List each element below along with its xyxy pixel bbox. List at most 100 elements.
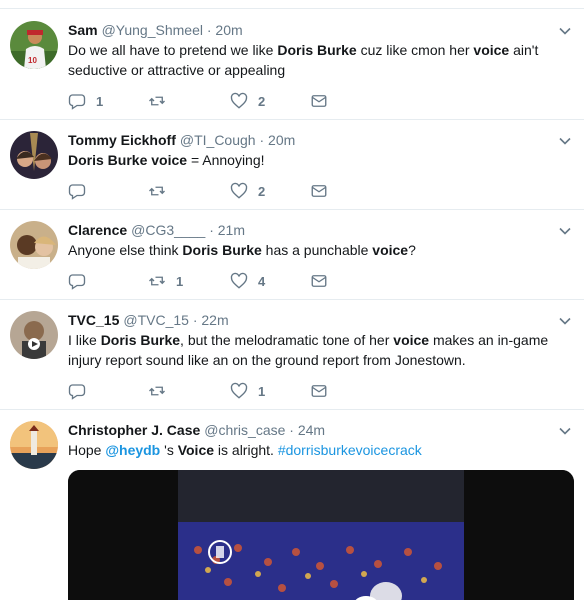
avatar-image [10,311,58,359]
chevron-down-icon[interactable] [558,424,572,438]
avatar[interactable] [10,131,58,179]
timestamp[interactable]: 20m [268,132,295,148]
chevron-down-icon[interactable] [558,24,572,38]
highlighted-term: voice [372,242,409,258]
direct-message-button[interactable] [310,381,328,401]
reply-count: 1 [96,93,104,109]
avatar[interactable]: 10 [10,21,58,69]
envelope-icon [311,385,327,397]
tweet[interactable]: Tommy Eickhoff @TI_Cough · 20m Doris Burk… [0,120,584,210]
direct-message-button[interactable] [310,271,328,291]
chevron-down-icon[interactable] [558,224,572,238]
tweet-text-segment: 's [160,442,178,458]
reply-button[interactable] [68,181,96,201]
like-button[interactable]: 1 [230,381,265,401]
highlighted-term: Doris Burke voice [68,152,188,168]
reply-button[interactable]: 1 [68,91,103,111]
like-button[interactable]: 4 [230,271,265,291]
highlighted-term: voice [473,42,510,58]
tweet-header: Christopher J. Case @chris_case · 24m [68,421,325,439]
tweet-header: TVC_15 @TVC_15 · 22m [68,311,229,329]
mention-link[interactable]: @heydb [105,442,160,458]
chevron-down-icon[interactable] [558,134,572,148]
tweet-text-segment: cuz like cmon her [356,42,474,58]
reply-button[interactable] [68,381,96,401]
display-name[interactable]: Tommy Eickhoff [68,132,176,148]
highlighted-term: Doris Burke [182,242,262,258]
separator-dot: · [202,22,216,38]
direct-message-button[interactable] [310,91,328,111]
tweet-header: Tommy Eickhoff @TI_Cough · 20m [68,131,295,149]
video-frame [68,470,574,600]
retweet-icon [149,96,165,106]
highlighted-term: Doris Burke [277,42,357,58]
reply-icon [68,384,86,400]
tweet-actions: 2 [68,181,428,201]
avatar-image: 10 [10,21,58,69]
tweet-video[interactable] [68,470,574,600]
hashtag-link[interactable]: #dorrisburkevoicecrack [278,442,422,458]
timestamp[interactable]: 21m [218,222,245,238]
tweet[interactable]: Christopher J. Case @chris_case · 24m Hop… [0,410,584,600]
display-name[interactable]: Sam [68,22,98,38]
separator-dot: · [205,222,218,238]
display-name[interactable]: Christopher J. Case [68,422,200,438]
avatar[interactable] [10,311,58,359]
retweet-button[interactable]: 1 [148,271,183,291]
user-handle[interactable]: @TI_Cough [180,132,256,148]
avatar-image [10,421,58,469]
tweet-text: Anyone else think Doris Burke has a punc… [68,240,568,260]
envelope-icon [311,275,327,287]
avatar[interactable] [10,221,58,269]
tweet-text: Do we all have to pretend we like Doris … [68,40,568,80]
reply-button[interactable] [68,271,96,291]
reply-icon [68,184,86,200]
like-count: 1 [258,383,266,399]
retweet-button[interactable] [148,91,176,111]
separator-dot: · [285,422,298,438]
avatar-image [10,221,58,269]
tweet-text-segment: I like [68,332,101,348]
display-name[interactable]: TVC_15 [68,312,119,328]
direct-message-button[interactable] [310,181,328,201]
highlighted-term: voice [393,332,430,348]
envelope-icon [311,185,327,197]
tweet-text-segment: has a punchable [261,242,373,258]
like-button[interactable]: 2 [230,91,265,111]
avatar[interactable] [10,421,58,469]
tweet-text: Hope @heydb 's Voice is alright. #dorris… [68,440,568,460]
tweet[interactable]: TVC_15 @TVC_15 · 22m I like Doris Burke, … [0,300,584,410]
retweet-button[interactable] [148,181,176,201]
tweet-text: Doris Burke voice = Annoying! [68,150,568,170]
timestamp[interactable]: 20m [215,22,242,38]
timestamp[interactable]: 24m [298,422,325,438]
tweet-text-segment: Anyone else think [68,242,183,258]
tweet[interactable]: 10 Sam @Yung_Shmeel · 20m Do we all have … [0,10,584,120]
tweet-header: Sam @Yung_Shmeel · 20m [68,21,243,39]
like-count: 2 [258,93,266,109]
chevron-down-icon[interactable] [558,314,572,328]
tweet[interactable]: Clarence @CG3____ · 21m Anyone else think… [0,210,584,300]
feed-top-border [0,0,584,9]
tweet-text-segment: = Annoying! [187,152,265,168]
retweet-icon [149,276,165,286]
retweet-icon [149,186,165,196]
highlighted-term: Voice [177,442,215,458]
tweet-text-segment: is alright. [214,442,278,458]
reply-icon [68,94,86,110]
tweet-text-segment: ? [408,242,416,258]
timestamp[interactable]: 22m [201,312,228,328]
reply-icon [68,274,86,290]
highlighted-term: Doris Burke [100,332,181,348]
user-handle[interactable]: @CG3____ [131,222,205,238]
tweet-actions: 1 2 [68,91,428,111]
like-button[interactable]: 2 [230,181,265,201]
retweet-count: 1 [176,273,184,289]
retweet-button[interactable] [148,381,176,401]
envelope-icon [311,95,327,107]
user-handle[interactable]: @TVC_15 [123,312,189,328]
user-handle[interactable]: @chris_case [204,422,285,438]
user-handle[interactable]: @Yung_Shmeel [102,22,203,38]
display-name[interactable]: Clarence [68,222,127,238]
heart-icon [230,182,248,199]
